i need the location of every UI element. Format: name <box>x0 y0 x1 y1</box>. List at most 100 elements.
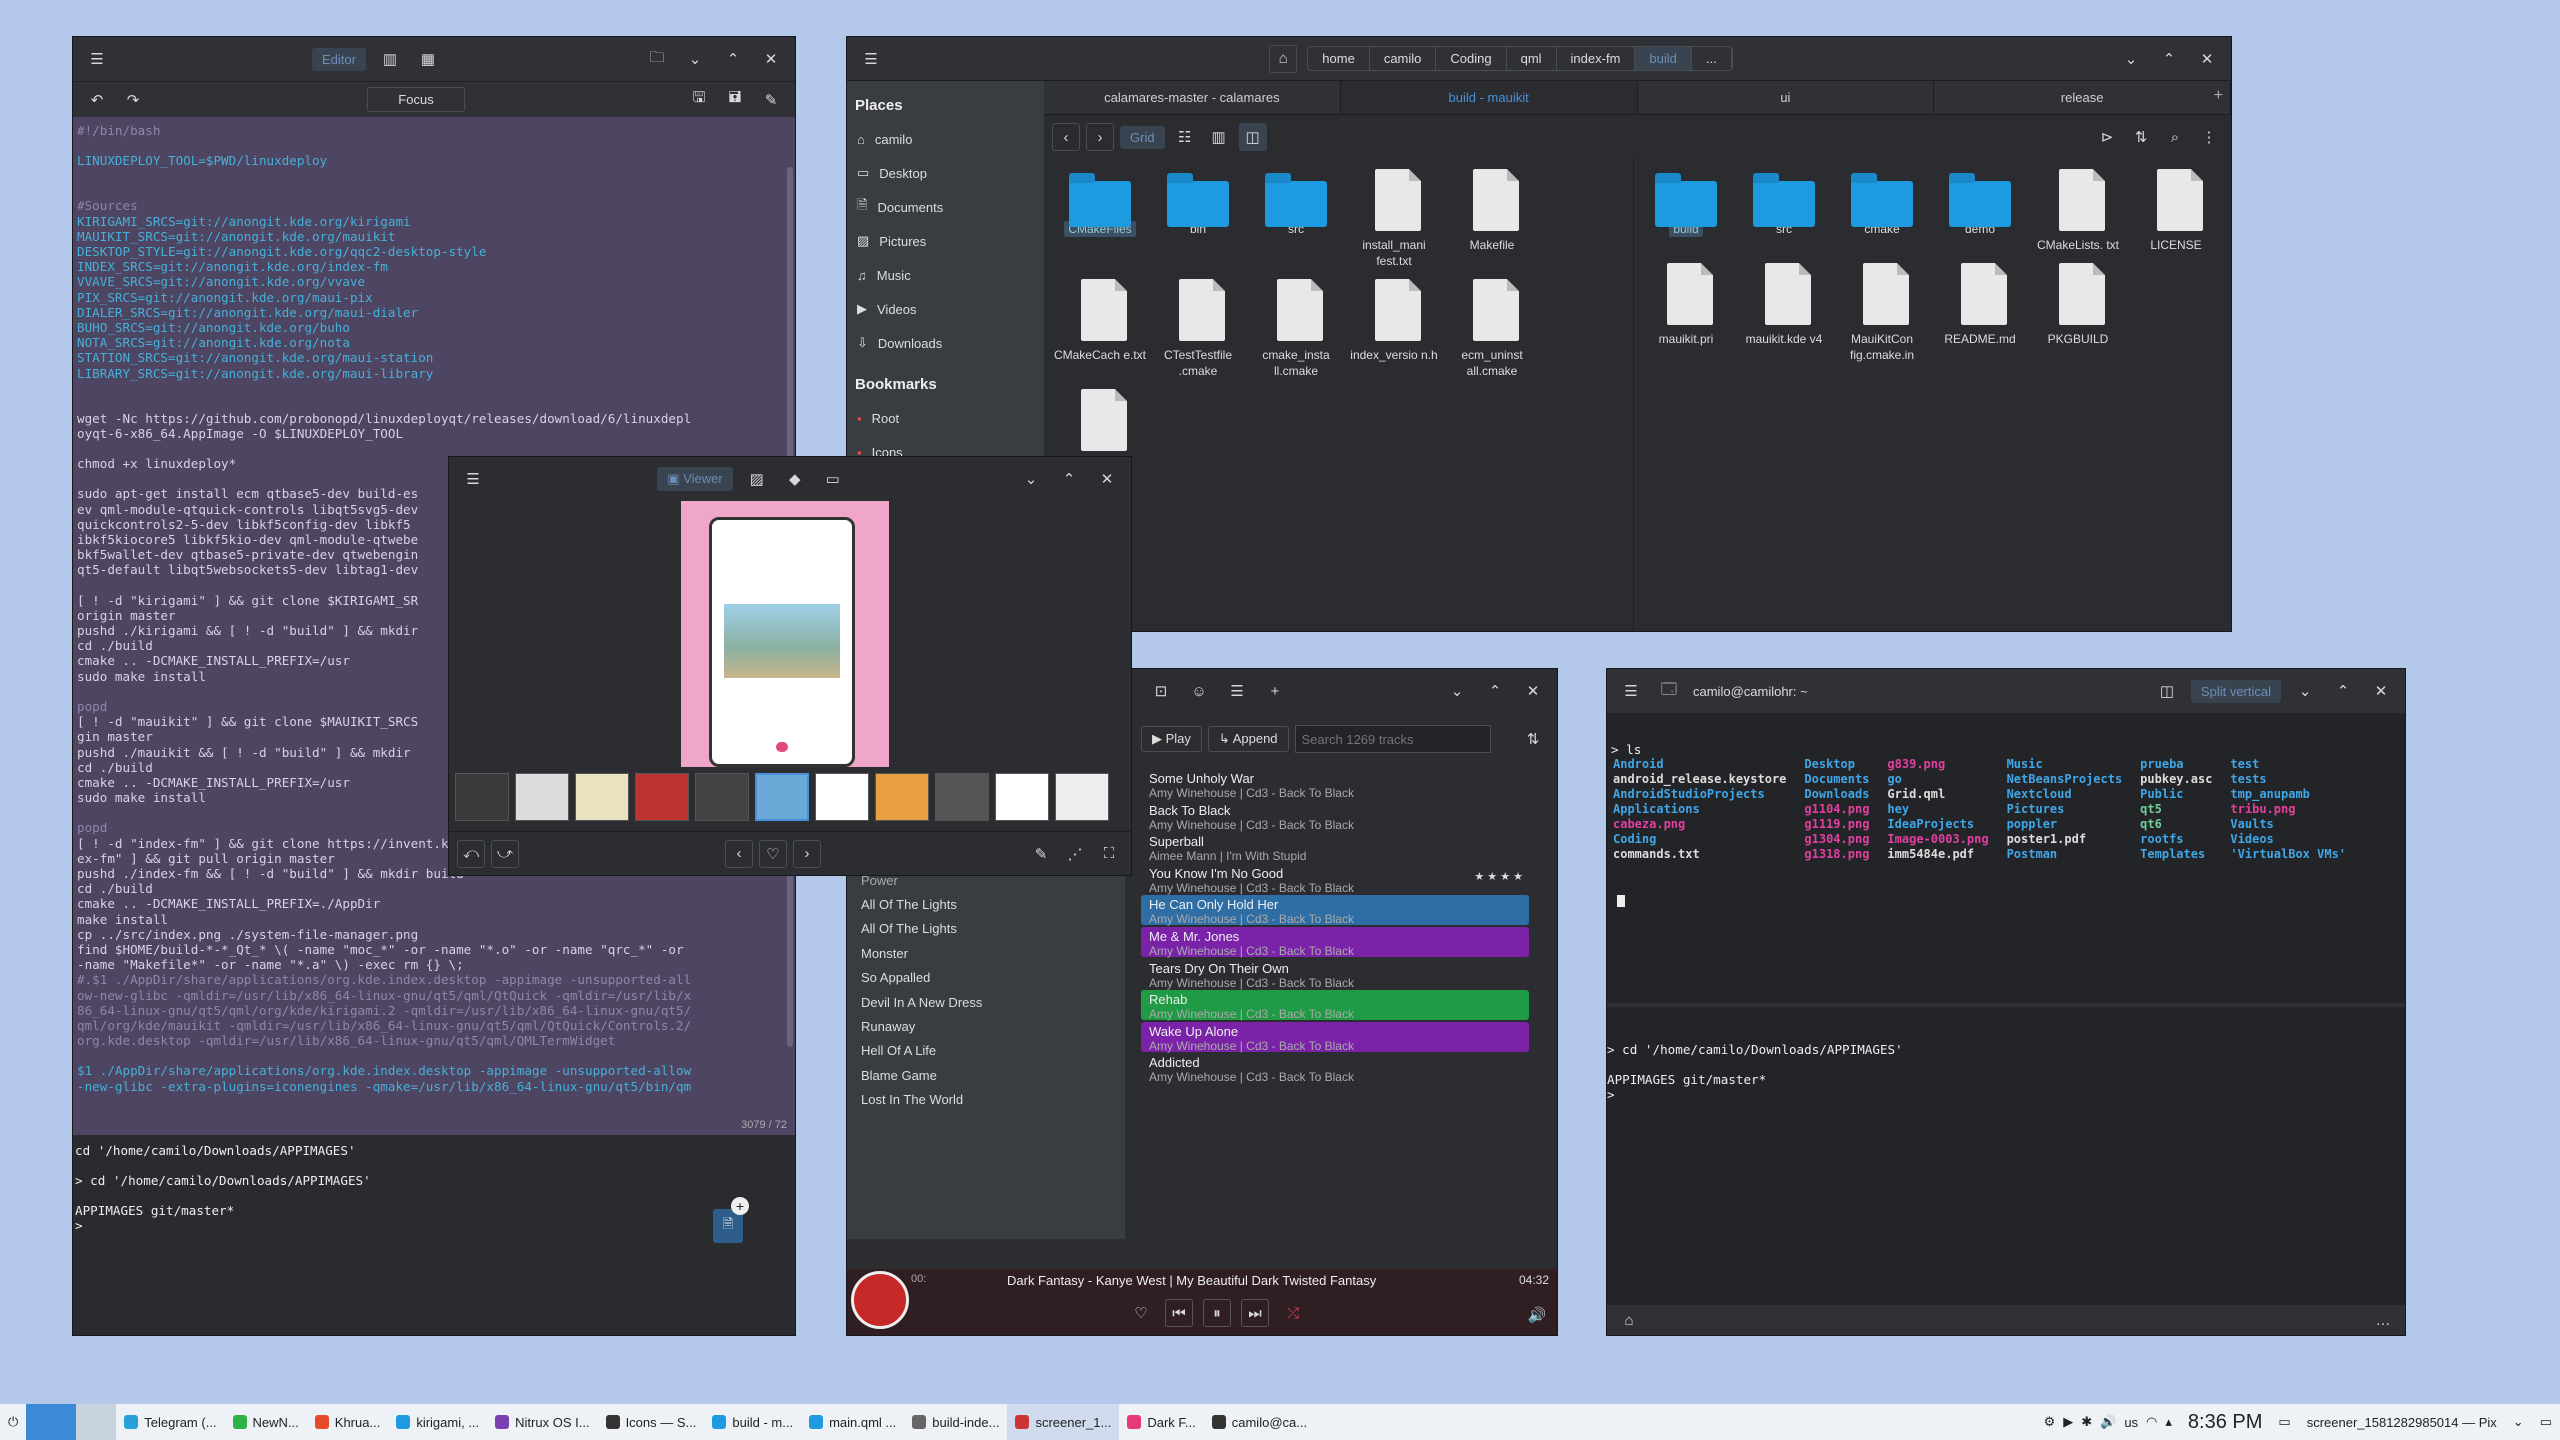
chevron-down-icon[interactable]: ⌄ <box>681 45 709 73</box>
thumbnail[interactable] <box>875 773 929 821</box>
track-row[interactable]: Superball Aimee Mann | I'm With Stupid <box>1141 832 1529 863</box>
maximize-icon[interactable]: ⌃ <box>1055 465 1083 493</box>
split-view-icon[interactable]: ◫ <box>1238 123 1267 151</box>
maximize-icon[interactable]: ⌃ <box>2329 677 2357 705</box>
more-icon[interactable]: ⋮ <box>2195 123 2223 151</box>
show-desktop-icon[interactable]: ▭ <box>2270 1404 2298 1440</box>
playlist-icon[interactable]: ☰ <box>1223 677 1251 705</box>
add-tab-icon[interactable]: + <box>2214 87 2223 105</box>
gallery-icon[interactable]: ▨ <box>743 465 771 493</box>
previous-icon[interactable]: ⏮ <box>1165 1299 1193 1327</box>
file-item[interactable]: ecm_uninst all.cmake <box>1443 279 1541 379</box>
task-item[interactable]: Khrua... <box>307 1404 389 1440</box>
split-vertical-button[interactable]: Split vertical <box>2190 679 2281 703</box>
task-item[interactable]: Telegram (... <box>116 1404 224 1440</box>
album-item[interactable]: All Of The Lights <box>861 897 957 912</box>
folder-icon[interactable]: 🗀 <box>643 45 671 73</box>
file-item[interactable]: mauikit.kde v4 <box>1735 263 1833 363</box>
rotate-left-icon[interactable]: ⤺ <box>457 839 485 868</box>
network-icon[interactable]: ⚙ <box>2044 1414 2056 1430</box>
menu-icon[interactable]: ☰ <box>857 45 885 73</box>
tab-item[interactable]: build - mauikit <box>1340 81 1638 114</box>
breadcrumb-item[interactable]: build <box>1635 47 1692 70</box>
task-item[interactable]: Icons — S... <box>598 1404 705 1440</box>
album-item[interactable]: Hell Of A Life <box>861 1043 936 1058</box>
track-row[interactable]: Addicted Amy Winehouse | Cd3 - Back To Bl… <box>1141 1053 1529 1084</box>
file-item[interactable]: README.md <box>1931 263 2029 363</box>
pause-icon[interactable]: ⏸ <box>1203 1299 1231 1327</box>
breadcrumb-item[interactable]: home <box>1308 47 1370 70</box>
append-button[interactable]: ↳ Append <box>1207 726 1289 752</box>
viewer-tab[interactable]: ▣ Viewer <box>657 467 733 491</box>
breadcrumb-item[interactable]: Coding <box>1436 47 1507 70</box>
task-item[interactable]: screener_1... <box>1007 1404 1120 1440</box>
close-icon[interactable]: ✕ <box>1093 465 1121 493</box>
clock[interactable]: 8:36 PM <box>2180 1404 2270 1440</box>
add-icon[interactable]: + <box>1261 677 1289 705</box>
editor-tab[interactable]: Editor <box>312 47 366 71</box>
file-item[interactable]: CMakeCach e.txt <box>1051 279 1149 379</box>
breadcrumb-item[interactable]: ... <box>1692 47 1732 70</box>
menu-icon[interactable]: ☰ <box>459 465 487 493</box>
breadcrumb-item[interactable]: camilo <box>1370 47 1437 70</box>
home-icon[interactable]: ⌂ <box>1615 1306 1643 1334</box>
redo-icon[interactable]: ↷ <box>119 86 147 114</box>
album-item[interactable]: Monster <box>861 946 908 961</box>
chevron-down-icon[interactable]: ⌄ <box>2117 45 2145 73</box>
file-item[interactable]: install_mani fest.txt <box>1345 169 1443 269</box>
calendar-icon[interactable]: ▦ <box>414 45 442 73</box>
wifi-icon[interactable]: ◠ <box>2146 1414 2157 1430</box>
close-icon[interactable]: ✕ <box>2193 45 2221 73</box>
track-row[interactable]: Back To Black Amy Winehouse | Cd3 - Back … <box>1141 801 1529 832</box>
folder-image-icon[interactable]: ▭ <box>819 465 847 493</box>
volume-icon[interactable]: 🔊 <box>1523 1301 1551 1329</box>
sidebar-item-music[interactable]: ♫ Music <box>847 258 1044 292</box>
track-row[interactable]: Rehab Amy Winehouse | Cd3 - Back To Black <box>1141 990 1529 1021</box>
file-item[interactable]: MauiKitCon fig.cmake.in <box>1833 263 1931 363</box>
sidebar-item-downloads[interactable]: ⇩ Downloads <box>847 326 1044 360</box>
sort-icon[interactable]: ⇅ <box>1519 725 1547 753</box>
search-input[interactable] <box>1294 725 1491 753</box>
task-item[interactable]: Dark F... <box>1119 1404 1203 1440</box>
window-list-icon[interactable]: ▭ <box>2532 1404 2560 1440</box>
maximize-icon[interactable]: ⌃ <box>2155 45 2183 73</box>
thumbnail[interactable] <box>815 773 869 821</box>
volume-icon[interactable]: 🔊 <box>2100 1414 2116 1430</box>
next-icon[interactable]: › <box>793 839 821 868</box>
split-handle[interactable] <box>1607 1003 2405 1007</box>
forward-icon[interactable]: › <box>1086 123 1114 151</box>
terminal-icon[interactable]: ⊳ <box>2093 123 2121 151</box>
share-icon[interactable]: ⋰ <box>1061 840 1089 868</box>
screen-icon[interactable]: ⊡ <box>1147 677 1175 705</box>
media-icon[interactable]: ▶ <box>2063 1414 2073 1430</box>
chevron-down-icon[interactable]: ⌄ <box>1443 677 1471 705</box>
pager-desktop-2[interactable] <box>76 1404 117 1440</box>
launcher-icon[interactable]: ⏻ <box>0 1404 26 1440</box>
overflow-icon[interactable]: … <box>2369 1306 2397 1334</box>
track-row[interactable]: Wake Up Alone Amy Winehouse | Cd3 - Back … <box>1141 1021 1529 1053</box>
save-icon[interactable]: 🖫 <box>685 86 713 114</box>
menu-icon[interactable]: ☰ <box>83 45 111 73</box>
chevron-down-icon[interactable]: ⌄ <box>1017 465 1045 493</box>
file-item[interactable]: bin <box>1149 169 1247 269</box>
sidebar-item-videos[interactable]: ▶ Videos <box>847 292 1044 326</box>
fullscreen-icon[interactable]: ⛶ <box>1095 840 1123 868</box>
tab-item[interactable]: ui <box>1638 81 1935 114</box>
split-view-icon[interactable]: ▥ <box>376 45 404 73</box>
file-item[interactable]: cmake <box>1833 169 1931 253</box>
album-item[interactable]: All Of The Lights <box>861 921 957 936</box>
terminal-pane-top[interactable]: > ls <box>1611 727 1641 757</box>
close-icon[interactable]: ✕ <box>2367 677 2395 705</box>
album-item[interactable]: So Appalled <box>861 970 930 985</box>
undo-icon[interactable]: ↶ <box>83 86 111 114</box>
list-view-icon[interactable]: ☷ <box>1171 123 1199 151</box>
sidebar-item-pictures[interactable]: ▨ Pictures <box>847 224 1044 258</box>
menu-icon[interactable]: ☰ <box>1617 677 1645 705</box>
grid-view-button[interactable]: Grid <box>1120 125 1165 149</box>
previous-icon[interactable]: ‹ <box>725 839 753 868</box>
edit-icon[interactable]: ✎ <box>1027 840 1055 868</box>
column-view-icon[interactable]: ▥ <box>1205 123 1233 151</box>
file-item[interactable]: build <box>1637 169 1735 253</box>
file-item[interactable]: demo <box>1931 169 2029 253</box>
focus-button[interactable]: Focus <box>367 87 465 112</box>
